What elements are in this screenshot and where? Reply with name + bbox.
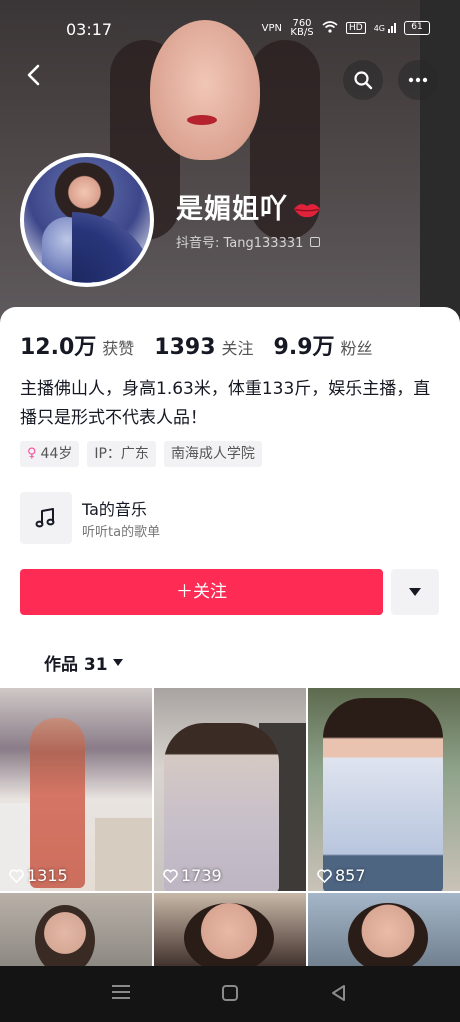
- header-photo-lips: [187, 115, 217, 125]
- follow-button[interactable]: ＋关注: [20, 569, 383, 615]
- video-thumbnail[interactable]: [154, 893, 306, 971]
- caret-down-icon: [112, 659, 123, 666]
- copy-icon[interactable]: [309, 237, 320, 247]
- network-type: 4G: [373, 24, 385, 33]
- thumbnail-image: [348, 903, 428, 971]
- network-speed: 760 KB/S: [290, 18, 314, 38]
- stat-number: 12.0万: [20, 335, 97, 360]
- like-count-text: 1739: [181, 866, 222, 885]
- stat-label: 粉丝: [340, 339, 373, 358]
- heart-outline-icon: [9, 868, 24, 883]
- music-icon-box: [20, 492, 72, 544]
- nickname-text: 是媚姐吖: [176, 194, 288, 225]
- avatar-photo: [72, 212, 150, 282]
- menu-icon[interactable]: [112, 985, 130, 1003]
- stat-label: 获赞: [102, 339, 135, 358]
- stat-number: 1393: [154, 335, 216, 360]
- avatar[interactable]: [20, 153, 154, 287]
- stats-row: 12.0万 获赞 1393 关注 9.9万 粉丝: [20, 329, 393, 361]
- like-count-text: 857: [335, 866, 366, 885]
- like-count: 857: [317, 866, 366, 885]
- search-button[interactable]: [343, 60, 383, 100]
- more-button[interactable]: [398, 60, 438, 100]
- home-icon[interactable]: [222, 985, 238, 1001]
- system-nav-bar: [0, 966, 460, 1022]
- heart-outline-icon: [317, 868, 332, 883]
- music-entry[interactable]: Ta的音乐 听听ta的歌单: [20, 492, 440, 544]
- nickname: 是媚姐吖: [176, 187, 322, 226]
- stat-likes[interactable]: 12.0万 获赞: [20, 329, 134, 361]
- thumbnail-image: [30, 718, 85, 888]
- stat-followers[interactable]: 9.9万 粉丝: [274, 329, 373, 361]
- battery-icon: 61: [404, 21, 430, 35]
- status-bar: 03:17 VPN 760 KB/S HD 4G 61: [0, 0, 460, 52]
- like-count: 1739: [163, 866, 222, 885]
- hd-indicator: HD: [346, 22, 366, 34]
- douyin-id-text: 抖音号: Tang133331: [176, 236, 304, 251]
- thumbnail-image: [95, 818, 152, 891]
- tag-age: ♀ 44岁: [20, 441, 80, 467]
- signal-icon: 4G: [374, 23, 396, 33]
- chevron-left-icon: [27, 64, 40, 86]
- stat-label: 关注: [221, 339, 254, 358]
- more-options-button[interactable]: [391, 569, 439, 615]
- caret-down-icon: [409, 588, 421, 596]
- like-count-text: 1315: [27, 866, 68, 885]
- back-button[interactable]: [24, 60, 60, 96]
- music-note-icon: [35, 508, 55, 528]
- video-thumbnail[interactable]: 1739: [154, 688, 306, 891]
- vpn-indicator: VPN: [261, 22, 282, 34]
- bio-text: 主播佛山人，身高1.63米，体重133斤，娱乐主播，直播只是形式不代表人品！: [20, 379, 431, 428]
- thumbnail-image: [323, 698, 443, 891]
- stat-number: 9.9万: [273, 335, 335, 360]
- video-thumbnail[interactable]: [0, 893, 152, 971]
- like-count: 1315: [9, 866, 68, 885]
- video-thumbnail[interactable]: [308, 893, 460, 971]
- more-dots-icon: [408, 77, 428, 83]
- tag-age-text: 44岁: [40, 446, 73, 462]
- wifi-icon: [322, 20, 338, 36]
- video-grid: 1315 1739 857: [0, 688, 460, 971]
- douyin-id[interactable]: 抖音号: Tang133331: [176, 232, 320, 251]
- search-icon: [354, 71, 373, 90]
- lips-emoji-icon: [292, 195, 322, 218]
- status-time: 03:17: [66, 20, 113, 39]
- tab-works-label: 作品 31: [44, 655, 108, 675]
- back-triangle-icon[interactable]: [330, 984, 346, 1006]
- tag-ip: IP：广东: [87, 441, 156, 467]
- heart-outline-icon: [163, 868, 178, 883]
- tab-works[interactable]: 作品 31: [44, 650, 124, 675]
- music-subtitle: 听听ta的歌单: [82, 525, 161, 540]
- female-icon: ♀: [27, 446, 37, 461]
- video-thumbnail[interactable]: 857: [308, 688, 460, 891]
- music-title: Ta的音乐: [82, 500, 147, 519]
- tag-school[interactable]: 南海成人学院: [163, 441, 262, 467]
- thumbnail-image: [184, 903, 274, 971]
- tag-row: ♀ 44岁 IP：广东 南海成人学院: [20, 441, 262, 467]
- stat-following[interactable]: 1393 关注: [154, 335, 253, 360]
- video-thumbnail[interactable]: 1315: [0, 688, 152, 891]
- status-icons: VPN 760 KB/S HD 4G 61: [261, 18, 430, 38]
- thumbnail-image: [35, 905, 95, 971]
